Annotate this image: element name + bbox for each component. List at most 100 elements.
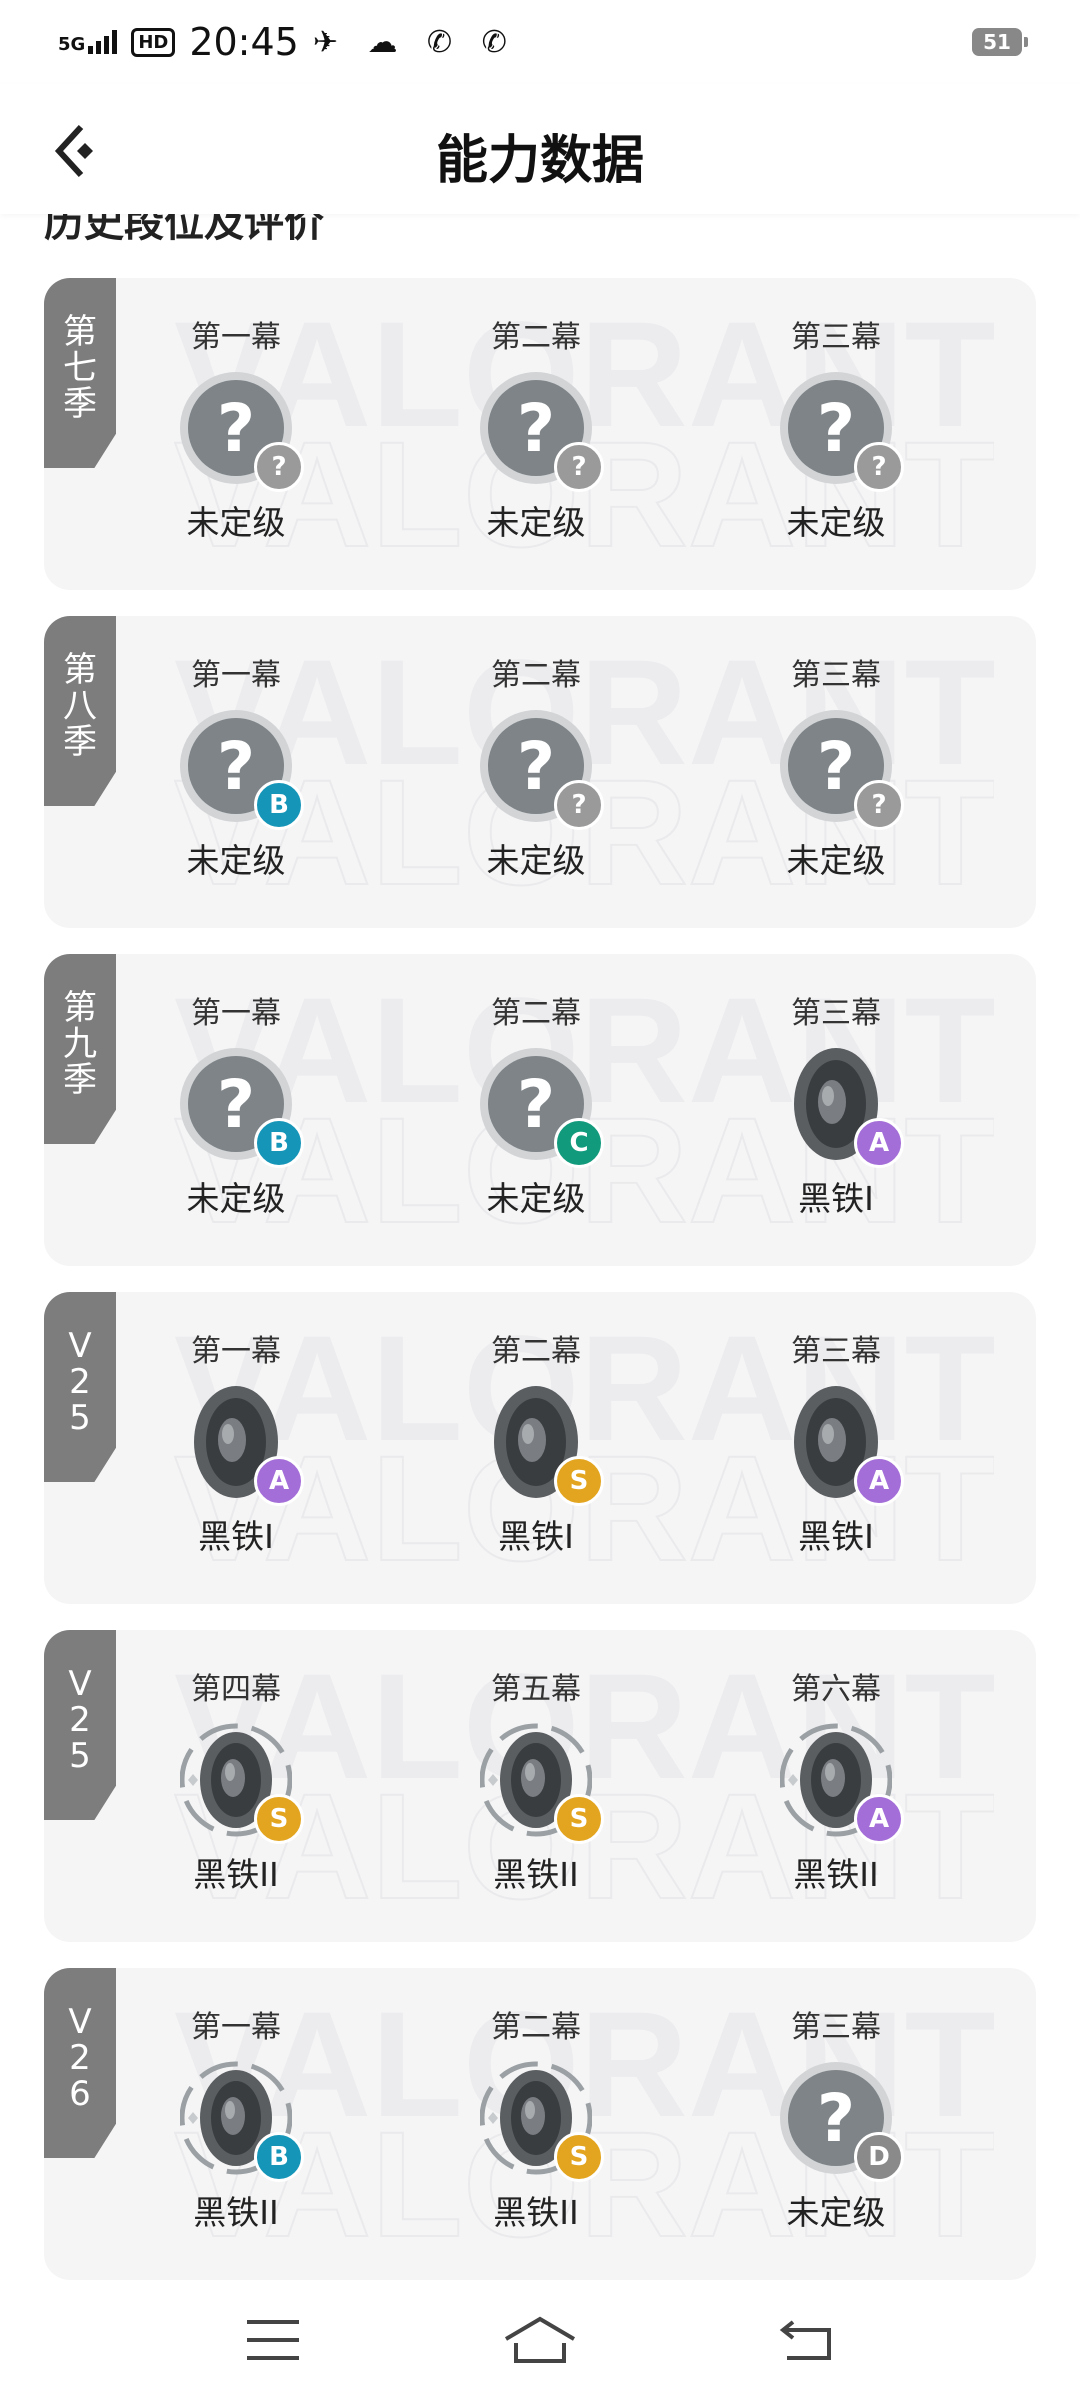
grade-badge: D	[854, 2132, 904, 2182]
hd-badge: HD	[131, 27, 176, 57]
status-bar: 5G HD 20:45 ✈ ☁ ✆ ✆ 51	[0, 0, 1080, 84]
act-item[interactable]: 第一幕 ? B 未定级	[126, 994, 346, 1244]
act-name: 第三幕	[791, 996, 881, 1031]
season-tag-char: V	[68, 1326, 92, 1366]
rank-label: 未定级	[786, 503, 886, 542]
season-list: VALORANTVALORANT第七季第一幕??未定级第二幕??未定级第三幕??…	[44, 278, 1036, 2280]
act-item[interactable]: 第一幕 ? B 未定级	[126, 656, 346, 906]
rank-label: 黑铁I	[798, 1179, 874, 1218]
rank-label: 黑铁I	[498, 1517, 574, 1556]
grade-badge: C	[554, 1118, 604, 1168]
season-card[interactable]: VALORANTVALORANTV25第一幕A黑铁I第二幕S黑铁I第三幕A黑铁I	[44, 1292, 1036, 1604]
battery-icon: 51	[972, 28, 1028, 56]
act-item[interactable]: 第五幕 S 黑铁II	[426, 1670, 646, 1920]
rank-label: 未定级	[786, 841, 886, 880]
season-tag-char: 八	[63, 686, 97, 726]
season-tag-char: 2	[69, 1362, 91, 1402]
act-item[interactable]: 第三幕 A 黑铁I	[726, 1332, 946, 1582]
home-button[interactable]	[500, 2305, 580, 2375]
rank-label: 未定级	[486, 1179, 586, 1218]
season-tag: V25	[44, 1292, 116, 1482]
rank-emblem: ? D	[776, 2058, 904, 2182]
rank-label: 黑铁II	[193, 2193, 279, 2232]
signal-icon: 5G	[58, 30, 118, 55]
rank-label: 未定级	[186, 503, 286, 542]
rank-label: 未定级	[486, 841, 586, 880]
act-name: 第一幕	[191, 1334, 281, 1369]
season-card[interactable]: VALORANTVALORANTV26第一幕B黑铁II第二幕S黑铁II第三幕?D…	[44, 1968, 1036, 2280]
rank-emblem: S	[176, 1720, 304, 1844]
act-name: 第三幕	[791, 2010, 881, 2045]
page-title: 能力数据	[435, 131, 644, 191]
grade-badge: B	[254, 2132, 304, 2182]
grade-badge: A	[854, 1118, 904, 1168]
grade-badge: A	[854, 1794, 904, 1844]
rank-emblem: A	[776, 1382, 904, 1506]
menu-icon	[247, 2320, 300, 2360]
act-name: 第四幕	[191, 1672, 281, 1707]
rank-emblem: ? C	[476, 1044, 604, 1168]
rank-emblem: ??	[776, 368, 904, 492]
system-back-button[interactable]	[767, 2305, 847, 2375]
status-time: 20:45	[189, 20, 299, 64]
act-name: 第二幕	[491, 996, 581, 1031]
act-name: 第二幕	[491, 2010, 581, 2045]
season-card[interactable]: VALORANTVALORANT第七季第一幕??未定级第二幕??未定级第三幕??…	[44, 278, 1036, 590]
act-item[interactable]: 第三幕 A 黑铁I	[726, 994, 946, 1244]
network-type: 5G	[58, 34, 86, 55]
act-item[interactable]: 第二幕?? 未定级	[426, 318, 646, 568]
status-left: 5G HD 20:45 ✈ ☁ ✆ ✆	[58, 20, 517, 64]
rank-emblem: B	[176, 2058, 304, 2182]
grade-badge: ?	[854, 780, 904, 830]
rank-emblem: ??	[776, 706, 904, 830]
rank-emblem: S	[476, 1720, 604, 1844]
rank-emblem: ??	[476, 368, 604, 492]
act-item[interactable]: 第二幕 S 黑铁II	[426, 2008, 646, 2258]
rank-emblem: S	[476, 1382, 604, 1506]
app-header: 能力数据	[0, 84, 1080, 214]
act-row: 第四幕 S 黑铁II 第五幕 S 黑铁II 第六幕 A 黑铁II	[126, 1670, 1026, 1920]
grade-badge: B	[254, 1118, 304, 1168]
act-name: 第一幕	[191, 996, 281, 1031]
grade-badge: A	[854, 1456, 904, 1506]
grade-badge: S	[554, 1794, 604, 1844]
act-item[interactable]: 第二幕 S 黑铁I	[426, 1332, 646, 1582]
season-tag-char: 5	[69, 1398, 91, 1438]
rank-label: 黑铁II	[193, 1855, 279, 1894]
grade-badge: ?	[554, 780, 604, 830]
act-row: 第一幕 B 黑铁II 第二幕 S 黑铁II 第三幕 ? D 未定级	[126, 2008, 1026, 2258]
rank-emblem: A	[776, 1720, 904, 1844]
act-item[interactable]: 第二幕?? 未定级	[426, 656, 646, 906]
season-tag-char: 第	[63, 312, 97, 352]
act-item[interactable]: 第四幕 S 黑铁II	[126, 1670, 346, 1920]
grade-badge: S	[554, 1456, 604, 1506]
season-card[interactable]: VALORANTVALORANT第九季第一幕?B未定级第二幕?C未定级第三幕A黑…	[44, 954, 1036, 1266]
rank-emblem: ??	[476, 706, 604, 830]
act-name: 第三幕	[791, 320, 881, 355]
act-item[interactable]: 第一幕?? 未定级	[126, 318, 346, 568]
act-item[interactable]: 第六幕 A 黑铁II	[726, 1670, 946, 1920]
act-row: 第一幕?? 未定级 第二幕?? 未定级 第三幕?? 未定级	[126, 318, 1026, 568]
system-nav-bar	[0, 2280, 1080, 2400]
season-card[interactable]: VALORANTVALORANT第八季第一幕?B未定级第二幕??未定级第三幕??…	[44, 616, 1036, 928]
rank-label: 黑铁II	[793, 1855, 879, 1894]
season-tag: V25	[44, 1630, 116, 1820]
act-item[interactable]: 第一幕 B 黑铁II	[126, 2008, 346, 2258]
season-tag: 第九季	[44, 954, 116, 1144]
grade-badge: A	[254, 1456, 304, 1506]
grade-badge: S	[554, 2132, 604, 2182]
act-name: 第三幕	[791, 658, 881, 693]
act-item[interactable]: 第三幕?? 未定级	[726, 656, 946, 906]
act-item[interactable]: 第二幕 ? C 未定级	[426, 994, 646, 1244]
act-item[interactable]: 第三幕 ? D 未定级	[726, 2008, 946, 2258]
rank-label: 未定级	[486, 503, 586, 542]
menu-button[interactable]	[233, 2305, 313, 2375]
season-card[interactable]: VALORANTVALORANTV25第四幕S黑铁II第五幕S黑铁II第六幕A黑…	[44, 1630, 1036, 1942]
act-name: 第三幕	[791, 1334, 881, 1369]
content-scroll[interactable]: 历史段位及评价 VALORANTVALORANT第七季第一幕??未定级第二幕??…	[0, 200, 1080, 2280]
act-item[interactable]: 第一幕 A 黑铁I	[126, 1332, 346, 1582]
rank-label: 黑铁II	[493, 1855, 579, 1894]
act-row: 第一幕 A 黑铁I 第二幕 S 黑铁I 第三幕 A 黑铁I	[126, 1332, 1026, 1582]
act-item[interactable]: 第三幕?? 未定级	[726, 318, 946, 568]
season-tag: V26	[44, 1968, 116, 2158]
